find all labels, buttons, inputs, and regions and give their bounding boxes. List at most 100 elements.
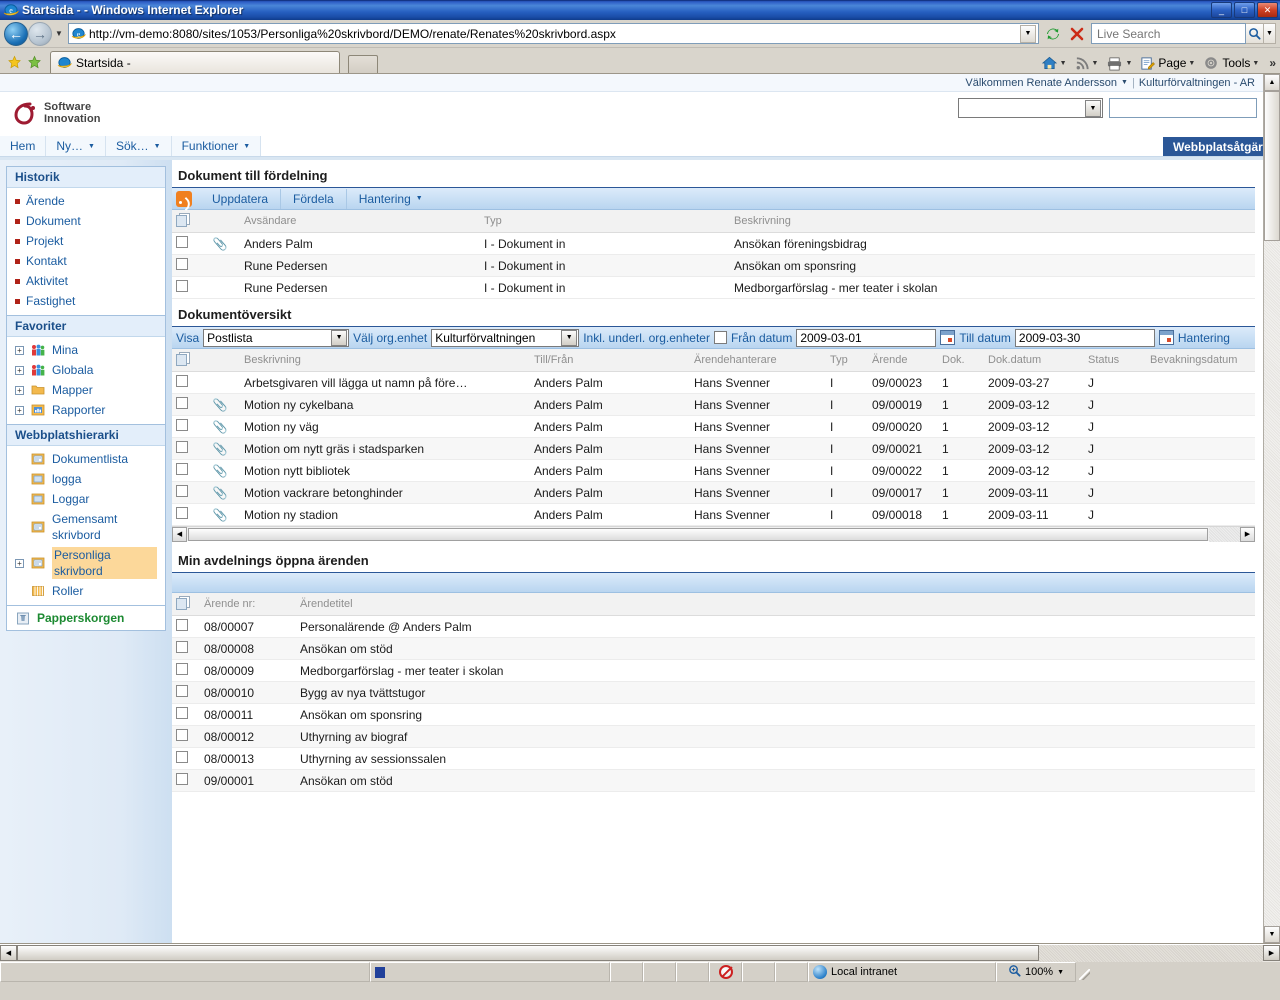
org-enhet-select[interactable]: Kulturförvaltningen ▼ [431, 328, 580, 347]
cell-arendetitel-link[interactable]: Medborgarförslag - mer teater i skolan [296, 659, 1255, 682]
table-row[interactable]: 📎 Motion ny väg Anders Palm Hans Svenner… [172, 415, 1255, 438]
nav-item-funktioner[interactable]: Funktioner ▼ [171, 136, 262, 156]
sidebar-item-logga[interactable]: logga [7, 469, 165, 489]
refresh-button[interactable] [1042, 23, 1064, 45]
privacy-report-icon[interactable] [709, 962, 742, 982]
expand-icon[interactable]: + [15, 385, 24, 395]
search-provider-caret-icon[interactable]: ▼ [1264, 23, 1276, 44]
row-checkbox-cell[interactable] [172, 637, 200, 660]
expand-icon[interactable]: + [15, 345, 24, 355]
cell-beskrivning-link[interactable]: Motion om nytt gräs i stadsparken [240, 437, 530, 460]
table-row[interactable]: 08/00013 Uthyrning av sessionssalen [172, 747, 1255, 770]
table-row[interactable]: 08/00008 Ansökan om stöd [172, 637, 1255, 660]
browser-tab[interactable]: Startsida - [50, 51, 340, 73]
select-all-header[interactable] [172, 349, 200, 372]
cell-beskrivning-link[interactable]: Motion vackrare betonghinder [240, 481, 530, 504]
welcome-user-menu[interactable]: Välkommen Renate Andersson [965, 77, 1117, 89]
calendar-icon[interactable] [940, 330, 956, 345]
sidebar-item-fastighet[interactable]: Fastighet [7, 291, 165, 311]
scroll-thumb[interactable] [188, 527, 1208, 541]
command-overflow-icon[interactable]: » [1269, 56, 1276, 70]
address-bar[interactable]: e http://vm-demo:8080/sites/1053/Personl… [68, 23, 1039, 44]
row-checkbox[interactable] [176, 729, 188, 741]
dokumentoversikt-horizontal-scrollbar[interactable]: ◀ ▶ [172, 526, 1255, 542]
calendar-icon[interactable] [1158, 330, 1174, 345]
row-checkbox[interactable] [176, 258, 188, 270]
cell-arende-nr-link[interactable]: 08/00013 [200, 747, 296, 770]
browser-scroll-track[interactable] [1039, 944, 1263, 962]
row-checkbox-cell[interactable] [172, 481, 200, 504]
row-checkbox-cell[interactable] [172, 415, 200, 438]
row-checkbox-cell[interactable] [172, 393, 200, 416]
cell-beskrivning-link[interactable]: Medborgarförslag - mer teater i skolan [730, 276, 1255, 299]
recent-pages-caret-icon[interactable]: ▼ [52, 29, 66, 38]
row-checkbox[interactable] [176, 419, 188, 431]
search-scope-select[interactable]: ▼ [958, 98, 1103, 118]
col-dok[interactable]: Dok. [938, 349, 984, 372]
cell-arendehanterare-link[interactable]: Hans Svenner [690, 481, 826, 504]
tools-caret-icon[interactable]: ▼ [1252, 60, 1259, 67]
cell-arendehanterare-link[interactable]: Hans Svenner [690, 393, 826, 416]
row-checkbox[interactable] [176, 463, 188, 475]
portal-search-input[interactable] [1109, 98, 1257, 118]
vertical-sc roll-track[interactable] [1264, 241, 1280, 926]
hantering-menu[interactable]: Hantering ▼ [347, 189, 435, 209]
table-row[interactable]: Arbetsgivaren vill lägga ut namn på före… [172, 371, 1255, 394]
col-arende-nr[interactable]: Ärende nr: [200, 593, 296, 616]
row-checkbox-cell[interactable] [172, 681, 200, 704]
expand-icon[interactable]: + [15, 405, 24, 415]
live-search-box[interactable] [1091, 23, 1246, 44]
cell-arendehanterare-link[interactable]: Hans Svenner [690, 437, 826, 460]
add-to-favorites-icon[interactable] [24, 51, 44, 73]
cell-arendetitel-link[interactable]: Bygg av nya tvättstugor [296, 681, 1255, 704]
row-checkbox-cell[interactable] [172, 459, 200, 482]
page-caret-icon[interactable]: ▼ [1188, 60, 1195, 67]
row-checkbox[interactable] [176, 236, 188, 248]
row-checkbox-cell[interactable] [172, 747, 200, 770]
table-row[interactable]: 📎 Motion vackrare betonghinder Anders Pa… [172, 481, 1255, 504]
scroll-up-icon[interactable]: ▲ [1264, 74, 1280, 91]
stop-button[interactable] [1066, 23, 1088, 45]
sidebar-item-mapper[interactable]: + Mapper [7, 380, 165, 400]
col-beskrivning[interactable]: Beskrivning [730, 210, 1255, 233]
row-checkbox[interactable] [176, 619, 188, 631]
till-datum-input[interactable]: 2009-03-30 [1014, 328, 1155, 347]
cell-arende-nr-link[interactable]: 08/00011 [200, 703, 296, 726]
nav-item-funktioner-caret-icon[interactable]: ▼ [243, 143, 250, 150]
cell-arende-nr-link[interactable]: 08/00010 [200, 681, 296, 704]
cell-beskrivning-link[interactable]: Ansökan föreningsbidrag [730, 232, 1255, 255]
row-checkbox-cell[interactable] [172, 276, 200, 299]
table-row[interactable]: 09/00001 Ansökan om stöd [172, 769, 1255, 792]
col-arendetitel[interactable]: Ärendetitel [296, 593, 1255, 616]
col-avsandare[interactable]: Avsändare [240, 210, 480, 233]
sidebar-item-papperskorgen[interactable]: Papperskorgen [7, 606, 165, 630]
cell-arendetitel-link[interactable]: Ansökan om stöd [296, 637, 1255, 660]
nav-item-sok[interactable]: Sök… ▼ [105, 136, 172, 156]
table-row[interactable]: 08/00011 Ansökan om sponsring [172, 703, 1255, 726]
page-button[interactable]: Page ▼ [1138, 56, 1200, 71]
browser-scroll-thumb[interactable] [17, 945, 1039, 961]
cell-arende-link[interactable]: 09/00020 [868, 415, 938, 438]
minimize-button[interactable]: _ [1211, 2, 1232, 18]
cell-arende-nr-link[interactable]: 09/00001 [200, 769, 296, 792]
col-beskrivning[interactable]: Beskrivning [240, 349, 530, 372]
table-row[interactable]: 📎 Motion nytt bibliotek Anders Palm Hans… [172, 459, 1255, 482]
cell-arendetitel-link[interactable]: Uthyrning av sessionssalen [296, 747, 1255, 770]
forward-button[interactable]: → [28, 21, 52, 46]
row-checkbox[interactable] [176, 641, 188, 653]
nav-item-ny[interactable]: Ny… ▼ [46, 136, 106, 156]
print-caret-icon[interactable]: ▼ [1125, 60, 1132, 67]
home-button[interactable]: ▼ [1039, 55, 1072, 71]
close-button[interactable]: ✕ [1257, 2, 1278, 18]
col-status[interactable]: Status [1084, 349, 1146, 372]
uppdatera-button[interactable]: Uppdatera [200, 188, 282, 209]
site-actions-button[interactable]: Webbplatsåtgär [1163, 137, 1263, 156]
row-checkbox-cell[interactable] [172, 615, 200, 638]
col-bevakningsdatum[interactable]: Bevakningsdatum [1146, 349, 1255, 372]
chevron-down-icon[interactable]: ▼ [416, 189, 423, 209]
col-till-fran[interactable]: Till/Från [530, 349, 690, 372]
expand-icon[interactable]: + [15, 365, 24, 375]
row-checkbox[interactable] [176, 280, 188, 292]
cell-arendetitel-link[interactable]: Ansökan om sponsring [296, 703, 1255, 726]
cell-beskrivning-link[interactable]: Motion ny cykelbana [240, 393, 530, 416]
